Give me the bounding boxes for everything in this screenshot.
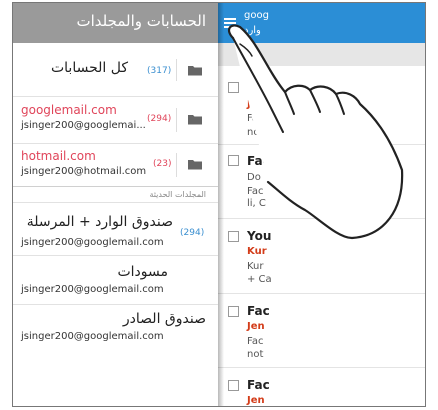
divider: [176, 108, 177, 132]
message-from: Fac: [247, 304, 270, 318]
message-sender: Jen: [247, 395, 265, 406]
message-checkbox[interactable]: [228, 231, 239, 242]
unread-count: (23): [153, 159, 172, 169]
account-item-googlemail[interactable]: (294) googlemail.com jsinger200@googlema…: [13, 97, 218, 143]
message-checkbox[interactable]: [228, 82, 239, 93]
inbox-panel: goog وارد Je Fac not Fac Do Fac li, C Yo…: [218, 3, 425, 406]
folder-name: صندوق الصادر: [122, 311, 206, 327]
unread-count: (317): [147, 66, 172, 76]
message-checkbox[interactable]: [228, 155, 239, 166]
account-email: jsinger200@googlemai...: [21, 120, 146, 131]
folder-account-email: jsinger200@googlemail.com: [21, 237, 164, 248]
message-from: Fac: [247, 378, 270, 392]
message-item[interactable]: Fac Jen: [218, 368, 425, 406]
message-preview: not: [247, 349, 264, 360]
folder-name: صندوق الوارد + المرسلة: [26, 214, 173, 230]
folder-icon: [187, 159, 203, 170]
divider: [13, 186, 218, 187]
message-checkbox[interactable]: [228, 306, 239, 317]
folder-item-inbox[interactable]: (294) صندوق الوارد + المرسلة jsinger200@…: [13, 203, 218, 255]
account-email: jsinger200@hotmail.com: [21, 166, 147, 177]
all-accounts-item[interactable]: (317) كل الحسابات: [13, 43, 218, 96]
folder-account-email: jsinger200@googlemail.com: [21, 331, 164, 342]
recent-folders-heading: المجلدات الحديثة: [149, 190, 206, 199]
drawer-shadow: [218, 3, 224, 406]
folder-item-outbox[interactable]: صندوق الصادر jsinger200@googlemail.com: [13, 305, 218, 353]
message-preview: li, C: [247, 198, 266, 209]
folder-account-email: jsinger200@googlemail.com: [21, 284, 164, 295]
account-item-hotmail[interactable]: (23) hotmail.com jsinger200@hotmail.com: [13, 144, 218, 186]
inbox-toolbar: [218, 43, 425, 66]
drawer-header: الحسابات والمجلدات: [13, 3, 218, 43]
account-name: hotmail.com: [21, 149, 96, 163]
message-item[interactable]: Fac Jen Fac not: [218, 294, 425, 368]
message-from: Fac: [247, 154, 270, 168]
phone-screen: goog وارد Je Fac not Fac Do Fac li, C Yo…: [12, 2, 426, 407]
folder-item-drafts[interactable]: مسودات jsinger200@googlemail.com: [13, 256, 218, 304]
unread-count: (294): [147, 114, 172, 124]
divider: [176, 153, 177, 177]
folder-icon: [187, 65, 203, 76]
divider: [218, 144, 425, 145]
inbox-account-name: goog: [244, 10, 269, 21]
folder-name: مسودات: [117, 264, 168, 280]
message-subject: Fac: [247, 336, 264, 347]
message-item[interactable]: Fac Do Fac li, C: [218, 146, 425, 219]
message-from: You: [247, 229, 272, 243]
accounts-drawer: الحسابات والمجلدات (317) كل الحسابات (29…: [13, 3, 218, 406]
inbox-folder-name: وارد: [244, 25, 261, 36]
message-item[interactable]: You Kur Kur + Ca: [218, 219, 425, 294]
message-subject: Fac: [247, 113, 264, 124]
unread-count: (294): [180, 228, 205, 238]
message-preview: + Ca: [247, 274, 272, 285]
account-name: googlemail.com: [21, 103, 117, 117]
message-checkbox[interactable]: [228, 380, 239, 391]
divider: [176, 59, 177, 81]
message-preview: not: [247, 127, 264, 138]
message-item[interactable]: Je Fac not: [218, 66, 425, 146]
message-sender: Je: [247, 99, 258, 110]
message-subject: Do: [247, 172, 261, 183]
message-sender: Jen: [247, 321, 265, 332]
inbox-header: goog وارد: [218, 3, 425, 43]
message-preview: Fac: [247, 186, 264, 197]
message-sender: Kur: [247, 246, 267, 257]
all-accounts-label: كل الحسابات: [50, 60, 128, 76]
menu-icon[interactable]: [224, 18, 236, 28]
drawer-title: الحسابات والمجلدات: [76, 12, 206, 30]
folder-icon: [187, 114, 203, 125]
message-subject: Kur: [247, 261, 264, 272]
